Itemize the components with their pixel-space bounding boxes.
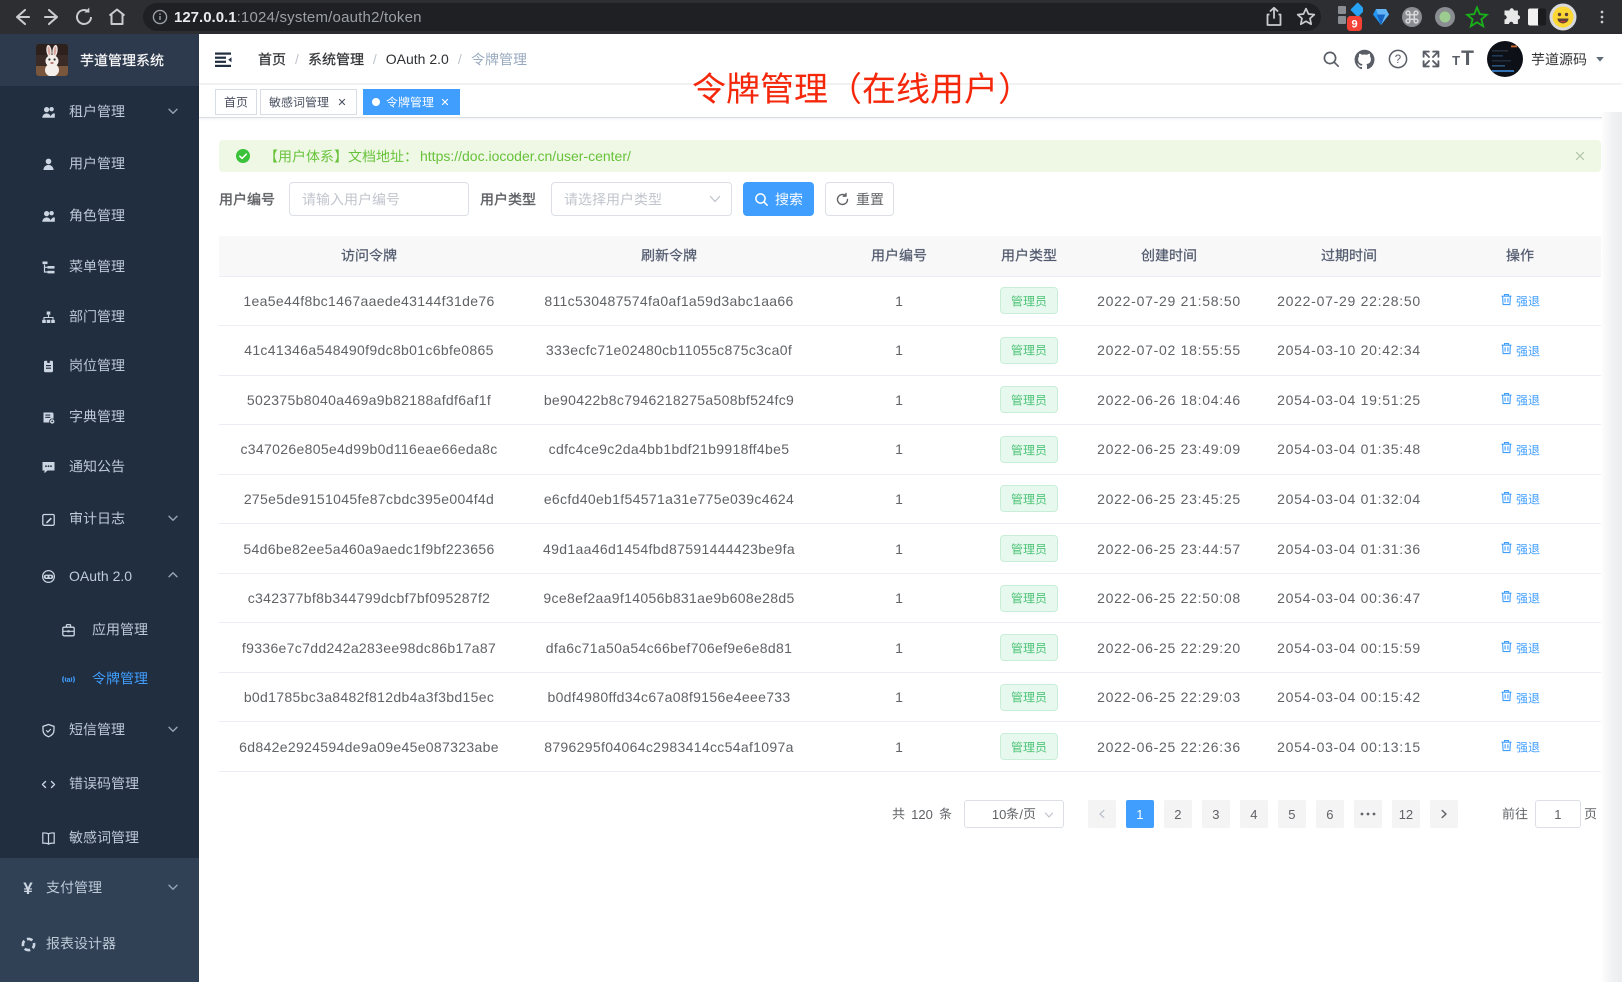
svg-text:?: ?	[1395, 54, 1401, 66]
svg-text:a: a	[66, 675, 71, 684]
svg-text:9: 9	[1351, 19, 1357, 31]
